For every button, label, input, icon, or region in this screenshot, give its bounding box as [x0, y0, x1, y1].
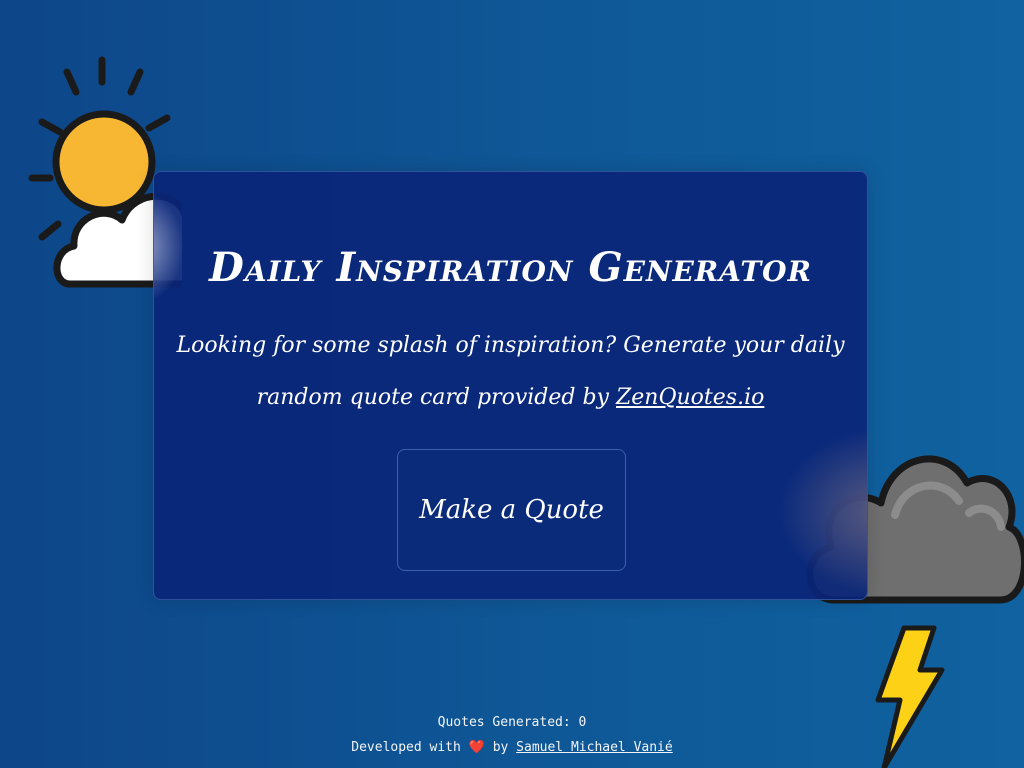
author-link[interactable]: Samuel Michael Vanié — [516, 740, 673, 755]
quotes-counter: Quotes Generated: 0 — [0, 710, 1024, 735]
credit-prefix: Developed with — [351, 740, 461, 755]
developer-credit: Developed with ❤️ by Samuel Michael Vani… — [0, 735, 1024, 760]
quotes-counter-label: Quotes Generated: — [437, 715, 571, 730]
heart-icon: ❤️ — [468, 740, 485, 755]
credit-by: by — [492, 740, 509, 755]
footer: Quotes Generated: 0 Developed with ❤️ by… — [0, 710, 1024, 760]
quote-generator-card: Daily Inspiration Generator Looking for … — [153, 171, 868, 600]
make-quote-button[interactable]: Make a Quote — [397, 449, 626, 571]
page-title: Daily Inspiration Generator — [209, 244, 812, 291]
quotes-counter-value: 0 — [578, 715, 587, 730]
subtitle: Looking for some splash of inspiration? … — [174, 320, 847, 424]
zenquotes-link[interactable]: ZenQuotes.io — [616, 385, 764, 410]
card-glow-right — [777, 427, 867, 597]
